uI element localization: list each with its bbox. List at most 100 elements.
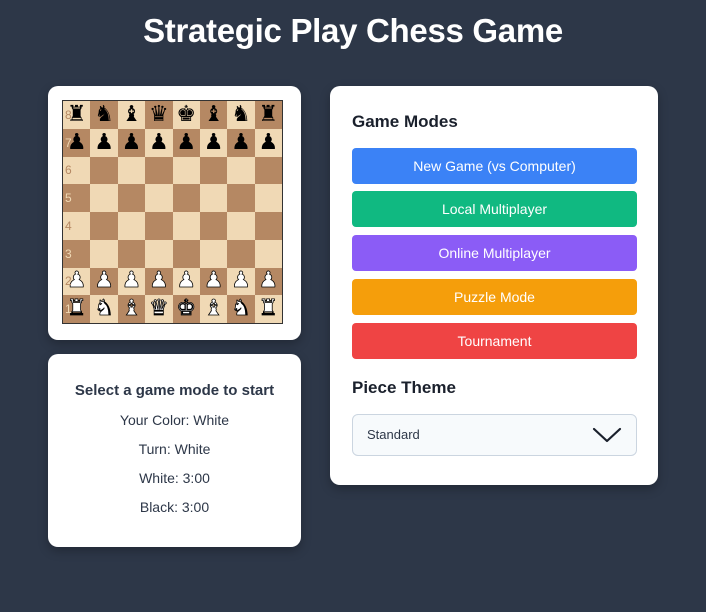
square-g7[interactable]: ♟ [227, 128, 255, 157]
square-e5[interactable] [172, 184, 200, 212]
square-g3[interactable] [227, 239, 255, 268]
square-f2[interactable]: ♟ [199, 267, 228, 296]
square-h2[interactable]: ♟ [254, 267, 282, 296]
white-piece[interactable]: ♞ [231, 297, 252, 320]
square-g1[interactable]: ♞ [227, 295, 255, 323]
black-piece[interactable]: ♟ [94, 131, 114, 154]
square-h6[interactable] [254, 156, 282, 185]
black-piece[interactable]: ♞ [94, 103, 114, 126]
square-f1[interactable]: ♝ [199, 295, 228, 323]
white-piece[interactable]: ♟ [176, 269, 197, 292]
white-piece[interactable]: ♟ [258, 269, 279, 292]
square-d2[interactable]: ♟ [145, 267, 173, 296]
square-b1[interactable]: ♞ [90, 295, 118, 323]
black-piece[interactable]: ♝ [122, 103, 142, 126]
square-h8[interactable]: ♜ [254, 101, 282, 129]
white-piece[interactable]: ♟ [203, 269, 224, 292]
square-c1[interactable]: ♝ [117, 295, 146, 323]
square-a8[interactable]: 8 ♜ [63, 101, 91, 129]
black-piece[interactable]: ♟ [204, 131, 224, 154]
square-a6[interactable]: 6 [63, 156, 91, 185]
black-piece[interactable]: ♟ [122, 131, 142, 154]
square-d5[interactable] [145, 184, 173, 212]
square-f7[interactable]: ♟ [199, 128, 228, 157]
square-c3[interactable] [117, 239, 146, 268]
black-piece[interactable]: ♟ [176, 131, 196, 154]
square-a3[interactable]: 3 [63, 239, 91, 268]
white-piece[interactable]: ♜ [258, 297, 279, 320]
white-piece[interactable]: ♛ [149, 297, 170, 320]
square-f5[interactable] [199, 184, 228, 212]
new-game-vs-computer-button[interactable]: New Game (vs Computer) [352, 148, 637, 184]
square-d1[interactable]: ♛ [145, 295, 173, 323]
white-piece[interactable]: ♚ [176, 297, 197, 320]
black-piece[interactable]: ♟ [231, 131, 251, 154]
square-e3[interactable] [172, 239, 200, 268]
square-h1[interactable]: ♜ [254, 295, 282, 323]
square-e4[interactable] [172, 212, 200, 240]
square-g2[interactable]: ♟ [227, 267, 255, 296]
black-piece[interactable]: ♞ [231, 103, 251, 126]
black-piece[interactable]: ♜ [258, 103, 278, 126]
square-h3[interactable] [254, 239, 282, 268]
square-g8[interactable]: ♞ [227, 101, 255, 129]
square-h7[interactable]: ♟ [254, 128, 282, 157]
white-piece[interactable]: ♝ [121, 297, 142, 320]
square-g4[interactable] [227, 212, 255, 240]
square-d4[interactable] [145, 212, 173, 240]
online-multiplayer-button[interactable]: Online Multiplayer [352, 235, 637, 271]
square-h4[interactable] [254, 212, 282, 240]
puzzle-mode-button[interactable]: Puzzle Mode [352, 279, 637, 315]
square-b8[interactable]: ♞ [90, 101, 118, 129]
square-d8[interactable]: ♛ [145, 101, 173, 129]
white-piece[interactable]: ♟ [231, 269, 252, 292]
black-piece[interactable]: ♟ [149, 131, 169, 154]
square-e8[interactable]: ♚ [172, 101, 200, 129]
square-d6[interactable] [145, 156, 173, 185]
square-f3[interactable] [199, 239, 228, 268]
square-f4[interactable] [199, 212, 228, 240]
square-f8[interactable]: ♝ [199, 101, 228, 129]
white-piece[interactable]: ♟ [149, 269, 170, 292]
square-e2[interactable]: ♟ [172, 267, 200, 296]
square-a4[interactable]: 4 [63, 212, 91, 240]
white-piece[interactable]: ♟ [121, 269, 142, 292]
square-d3[interactable] [145, 239, 173, 268]
square-c7[interactable]: ♟ [117, 128, 146, 157]
piece-theme-select[interactable]: Standard [352, 414, 637, 456]
square-a7[interactable]: 7 ♟ [63, 128, 91, 157]
square-g5[interactable] [227, 184, 255, 212]
square-b5[interactable] [90, 184, 118, 212]
square-e6[interactable] [172, 156, 200, 185]
square-c8[interactable]: ♝ [117, 101, 146, 129]
square-b3[interactable] [90, 239, 118, 268]
square-f6[interactable] [199, 156, 228, 185]
black-piece[interactable]: ♚ [176, 103, 196, 126]
square-c2[interactable]: ♟ [117, 267, 146, 296]
turn-label: Turn: White [138, 441, 211, 457]
square-a2[interactable]: 2 ♟ [63, 267, 91, 296]
black-piece[interactable]: ♝ [204, 103, 224, 126]
white-piece[interactable]: ♞ [94, 297, 115, 320]
square-c6[interactable] [117, 156, 146, 185]
black-piece[interactable]: ♛ [149, 103, 169, 126]
square-a5[interactable]: 5 [63, 184, 91, 212]
square-c4[interactable] [117, 212, 146, 240]
square-b7[interactable]: ♟ [90, 128, 118, 157]
square-e7[interactable]: ♟ [172, 128, 200, 157]
square-h5[interactable] [254, 184, 282, 212]
square-b4[interactable] [90, 212, 118, 240]
square-a1[interactable]: 1 ♜ [63, 295, 91, 323]
square-e1[interactable]: ♚ [172, 295, 200, 323]
tournament-button[interactable]: Tournament [352, 323, 637, 359]
square-b6[interactable] [90, 156, 118, 185]
square-c5[interactable] [117, 184, 146, 212]
white-piece[interactable]: ♝ [203, 297, 224, 320]
local-multiplayer-button[interactable]: Local Multiplayer [352, 191, 637, 227]
square-b2[interactable]: ♟ [90, 267, 118, 296]
white-piece[interactable]: ♟ [94, 269, 115, 292]
black-piece[interactable]: ♟ [258, 131, 278, 154]
square-g6[interactable] [227, 156, 255, 185]
chess-board[interactable]: 8 ♜ ♞ ♝ ♛ ♚ ♝ ♞ ♜ 7 ♟ ♟ ♟ ♟ ♟ ♟ ♟ ♟ 6 5 4 3 2 ♟ ♟ ♟ ♟ ♟ ♟ ♟ ♟ 1 ♜ ♞ ♝ ♛ ♚ ♝ ♞ ♜ [62, 100, 283, 324]
square-d7[interactable]: ♟ [145, 128, 173, 157]
